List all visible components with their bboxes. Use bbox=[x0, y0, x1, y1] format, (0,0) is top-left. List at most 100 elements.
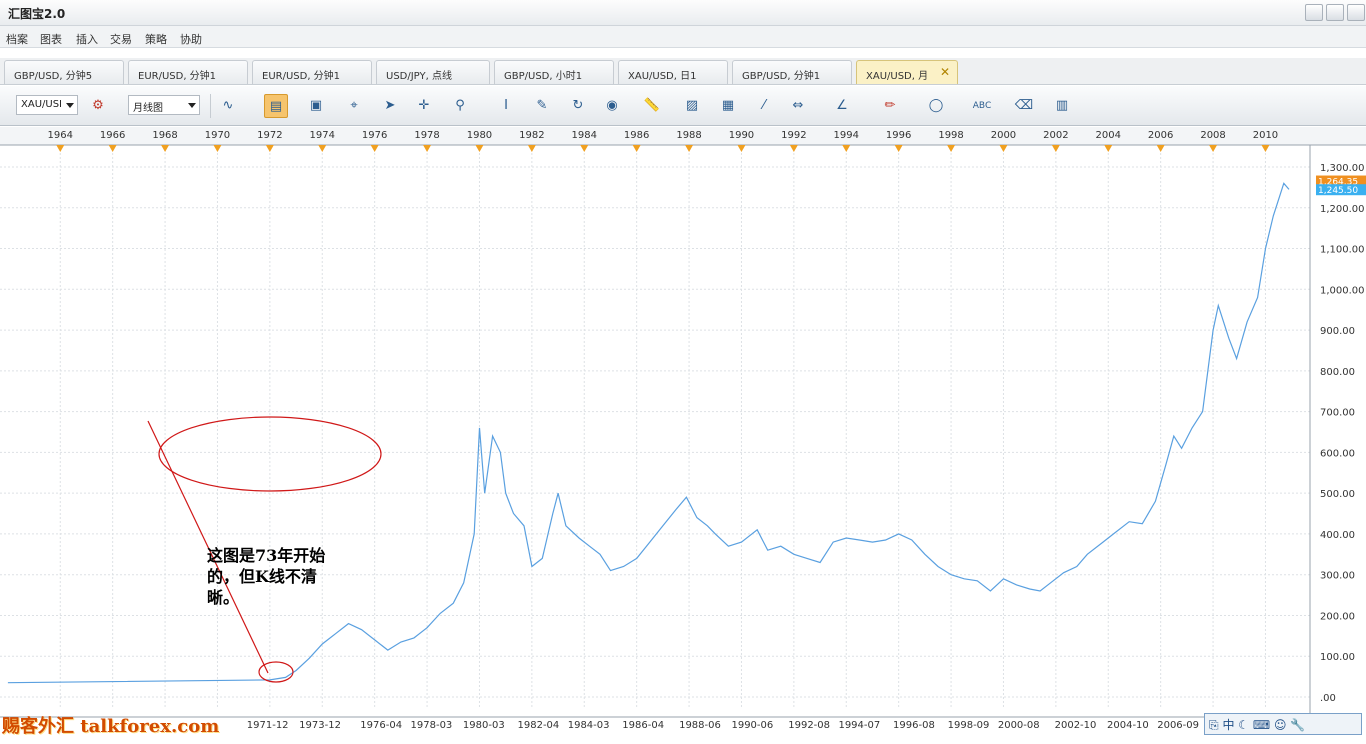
symbol-select[interactable]: XAU/USI bbox=[16, 95, 78, 115]
x-tick-label-bottom: 2006-09 bbox=[1157, 720, 1199, 731]
status-bar: ⎘ 中 ☾ ⌨ ☺ 🔧 bbox=[1204, 713, 1362, 735]
eraser-icon[interactable]: ⌫ bbox=[1012, 94, 1036, 118]
chevron-down-icon bbox=[188, 103, 196, 108]
moon-icon[interactable]: ☾ bbox=[1238, 718, 1249, 732]
pencil-icon[interactable]: ✏ bbox=[878, 94, 902, 118]
edit-icon[interactable]: ✎ bbox=[530, 94, 554, 118]
abc-icon[interactable]: ABC bbox=[970, 94, 994, 118]
annotation-text: 这图是73年开始的，但K线不清晰。 bbox=[207, 546, 326, 607]
tab-label: EUR/USD, 分钟1 bbox=[138, 71, 217, 82]
language-indicator[interactable]: 中 bbox=[1222, 718, 1234, 732]
chart-svg[interactable]: 1964 1966 1968 1970 1972 1974 1976 1978 1980 1982… bbox=[0, 127, 1366, 741]
x-tick-label-bottom: 1978-03 bbox=[411, 720, 453, 731]
x-tick-label-top: 1994 bbox=[834, 130, 859, 141]
y-tick-label: 200.00 bbox=[1320, 611, 1355, 622]
crosshair-icon[interactable]: ⌖ bbox=[342, 94, 366, 118]
x-tick-label-top: 1982 bbox=[519, 130, 544, 141]
ellipse-icon[interactable]: ◯ bbox=[924, 94, 948, 118]
close-button[interactable] bbox=[1347, 4, 1365, 21]
tab-gbpusd-h1[interactable]: GBP/USD, 小时1 bbox=[494, 60, 614, 84]
x-tick-label-top: 2000 bbox=[991, 130, 1016, 141]
refresh-icon[interactable]: ↻ bbox=[566, 94, 590, 118]
line-tool-icon[interactable]: ⁄ bbox=[752, 94, 776, 118]
frame-icon[interactable]: ▦ bbox=[716, 94, 740, 118]
x-tick-label-bottom: 1988-06 bbox=[679, 720, 721, 731]
x-tick-label-top: 1990 bbox=[729, 130, 754, 141]
x-tick-label-bottom: 1980-03 bbox=[463, 720, 505, 731]
pointer-icon[interactable]: ✛ bbox=[412, 94, 436, 118]
x-tick-label-top: 1978 bbox=[414, 130, 439, 141]
period-value: 月线图 bbox=[133, 103, 163, 114]
tab-xauusd-d1[interactable]: XAU/USD, 日1 bbox=[618, 60, 728, 84]
x-tick-label-top: 2010 bbox=[1253, 130, 1278, 141]
x-tick-label-bottom: 2004-10 bbox=[1107, 720, 1149, 731]
y-tick-label: 500.00 bbox=[1320, 489, 1355, 500]
keyboard-icon[interactable]: ⌨ bbox=[1253, 718, 1270, 732]
title-bar: 汇图宝2.0 bbox=[0, 0, 1366, 26]
y-tick-label: 900.00 bbox=[1320, 326, 1355, 337]
y-tick-label: 1,300.00 bbox=[1320, 163, 1365, 174]
tab-label: EUR/USD, 分钟1 bbox=[262, 71, 341, 82]
image-icon[interactable]: ▨ bbox=[680, 94, 704, 118]
y-tick-label: 300.00 bbox=[1320, 571, 1355, 582]
x-tick-label-top: 2002 bbox=[1043, 130, 1068, 141]
menu-help[interactable]: 协助 bbox=[180, 31, 202, 47]
user-icon[interactable]: ☺ bbox=[1274, 718, 1287, 732]
tab-xauusd-monthly[interactable]: XAU/USD, 月 ✕ bbox=[856, 60, 958, 84]
x-tick-label-bottom: 1986-04 bbox=[622, 720, 664, 731]
input-mode-icon[interactable]: ⎘ bbox=[1209, 718, 1219, 732]
tab-label: GBP/USD, 分钟5 bbox=[14, 71, 93, 82]
text-icon[interactable]: Ⅰ bbox=[494, 94, 518, 118]
y-tick-label: 1,200.00 bbox=[1320, 204, 1365, 215]
price-chart[interactable]: 1964 1966 1968 1970 1972 1974 1976 1978 1980 1982… bbox=[0, 127, 1366, 741]
x-tick-label-top: 1986 bbox=[624, 130, 649, 141]
layers-icon[interactable]: ▥ bbox=[1050, 94, 1074, 118]
y-tick-label: 700.00 bbox=[1320, 408, 1355, 419]
restore-button[interactable] bbox=[1326, 4, 1344, 21]
ruler-icon[interactable]: 📏 bbox=[640, 94, 664, 118]
window-icon[interactable]: ▣ bbox=[304, 94, 328, 118]
menu-trade[interactable]: 交易 bbox=[110, 31, 132, 47]
wrench-icon[interactable]: 🔧 bbox=[1290, 718, 1305, 732]
period-select[interactable]: 月线图 bbox=[128, 95, 200, 115]
close-icon[interactable]: ✕ bbox=[940, 65, 950, 79]
y-tick-label: 1,000.00 bbox=[1320, 285, 1365, 296]
chevron-down-icon bbox=[66, 103, 74, 108]
x-tick-label-top: 1996 bbox=[886, 130, 911, 141]
tab-label: GBP/USD, 分钟1 bbox=[742, 71, 821, 82]
toolbar-separator bbox=[210, 94, 211, 118]
symbol-value: XAU/USI bbox=[21, 99, 62, 110]
tab-gbpusd-m1[interactable]: GBP/USD, 分钟1 bbox=[732, 60, 852, 84]
menu-strategy[interactable]: 策略 bbox=[145, 31, 167, 47]
tab-usdjpy-tick[interactable]: USD/JPY, 点线 bbox=[376, 60, 490, 84]
zoom-icon[interactable]: ⚲ bbox=[448, 94, 472, 118]
menu-insert[interactable]: 插入 bbox=[76, 31, 98, 47]
x-tick-label-top: 1980 bbox=[467, 130, 492, 141]
tab-eurusd-m1-2[interactable]: EUR/USD, 分钟1 bbox=[252, 60, 372, 84]
chart-bar-icon[interactable]: ▤ bbox=[264, 94, 288, 118]
x-tick-label-top: 1976 bbox=[362, 130, 387, 141]
x-tick-label-top: 1998 bbox=[938, 130, 963, 141]
cursor-icon[interactable]: ➤ bbox=[378, 94, 402, 118]
menu-file[interactable]: 档案 bbox=[6, 31, 28, 47]
menu-chart[interactable]: 图表 bbox=[40, 31, 62, 47]
x-tick-label-bottom: 1994-07 bbox=[838, 720, 880, 731]
globe-icon[interactable]: ◉ bbox=[600, 94, 624, 118]
x-tick-label-bottom: 1973-12 bbox=[299, 720, 341, 731]
tab-gbpusd-m5[interactable]: GBP/USD, 分钟5 bbox=[4, 60, 124, 84]
x-tick-label-top: 1972 bbox=[257, 130, 282, 141]
y-tick-label: 400.00 bbox=[1320, 530, 1355, 541]
x-tick-label-bottom: 2000-08 bbox=[998, 720, 1040, 731]
y-tick-label: 800.00 bbox=[1320, 367, 1355, 378]
x-tick-label-top: 1992 bbox=[781, 130, 806, 141]
minimize-button[interactable] bbox=[1305, 4, 1323, 21]
chart-wave-icon[interactable]: ∿ bbox=[216, 94, 240, 118]
tab-eurusd-m1[interactable]: EUR/USD, 分钟1 bbox=[128, 60, 248, 84]
indicator-icon[interactable]: ⚙ bbox=[86, 94, 110, 118]
y-tick-label: 100.00 bbox=[1320, 652, 1355, 663]
x-tick-label-top: 1968 bbox=[152, 130, 177, 141]
range-icon[interactable]: ⇔ bbox=[786, 94, 810, 118]
fan-icon[interactable]: ∠ bbox=[830, 94, 854, 118]
app-title: 汇图宝2.0 bbox=[8, 7, 66, 21]
tab-label: XAU/USD, 月 bbox=[866, 71, 929, 82]
